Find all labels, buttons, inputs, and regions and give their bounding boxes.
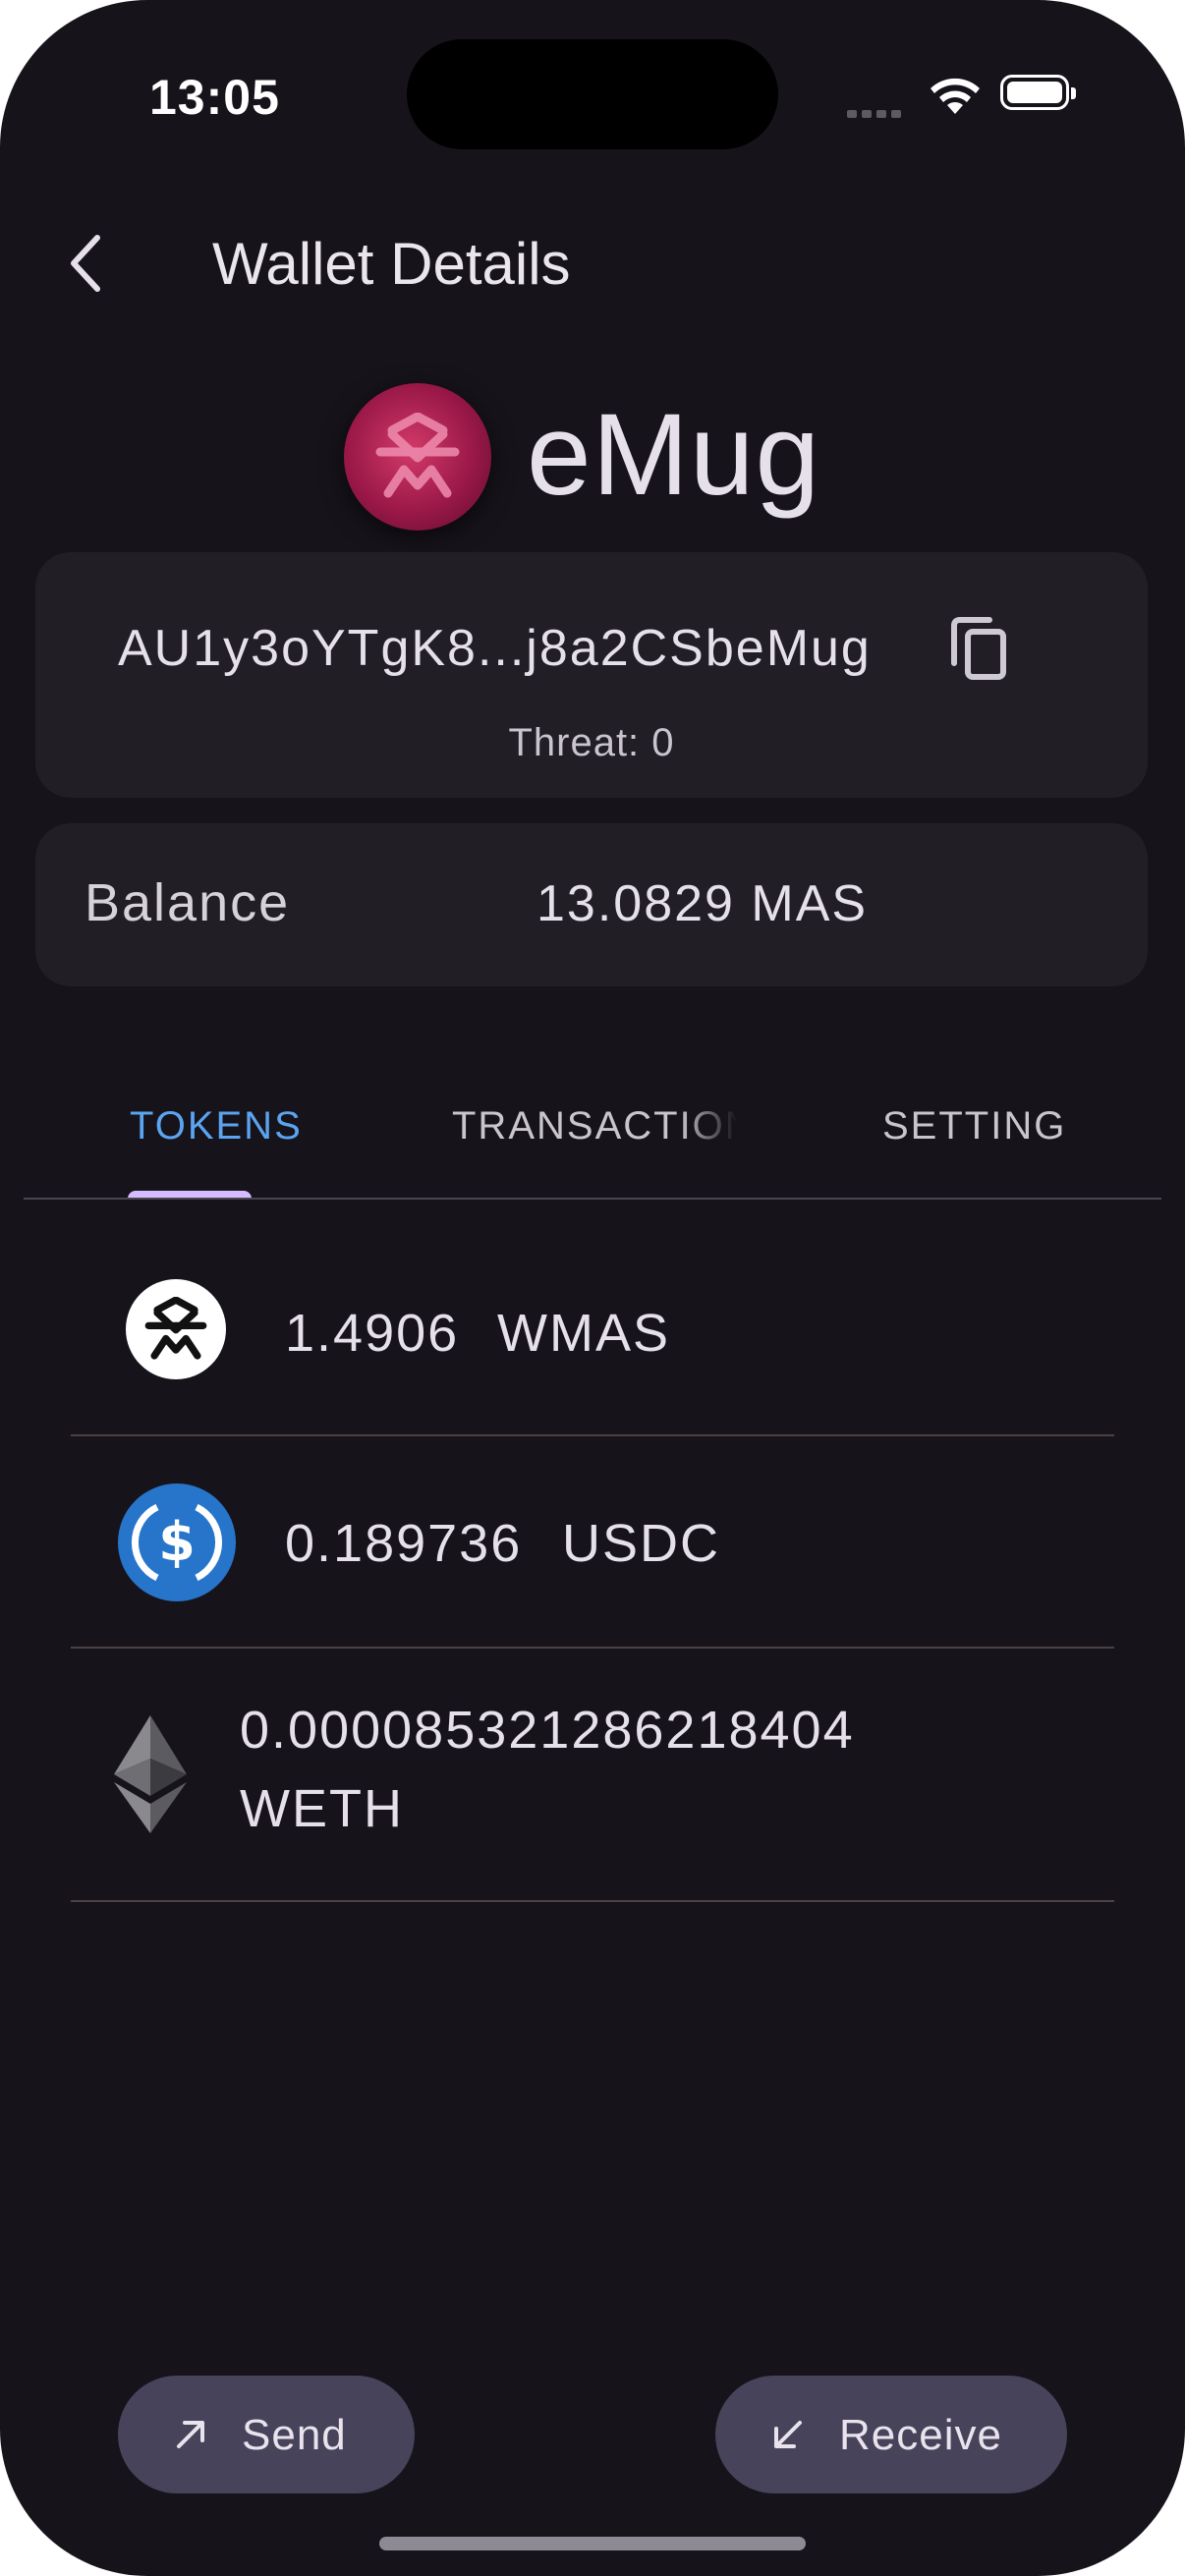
arrow-up-right-icon [177, 2421, 204, 2448]
usdc-icon: $ [118, 1484, 236, 1601]
chevron-left-icon [71, 235, 100, 292]
token-symbol: USDC [562, 1514, 721, 1573]
token-amount: 1.4906 [285, 1304, 460, 1363]
send-label: Send [242, 2411, 347, 2459]
tab-settings[interactable]: SETTING [882, 1104, 1066, 1148]
battery-icon [1000, 75, 1076, 110]
massa-logo-icon [375, 413, 460, 498]
receive-button[interactable]: Receive [715, 2376, 1067, 2493]
wallet-avatar [344, 383, 491, 531]
tab-tokens[interactable]: TOKENS [130, 1104, 303, 1148]
copy-address-button[interactable] [939, 609, 1018, 688]
arrow-down-left-icon [774, 2421, 802, 2448]
receive-label: Receive [839, 2411, 1002, 2459]
address-card: AU1y3oYTgK8...j8a2CSbeMug Threat: 0 [35, 552, 1148, 798]
token-amount: 0.189736 [285, 1514, 523, 1573]
tab-transactions[interactable]: TRANSACTIONS [452, 1104, 737, 1148]
copy-icon [951, 617, 1006, 680]
massa-icon [126, 1279, 226, 1379]
wallet-name: eMug [527, 390, 821, 520]
balance-value: 13.0829 MAS [536, 875, 869, 932]
threat-label: Threat: 0 [508, 721, 675, 764]
status-time: 13:05 [149, 70, 280, 125]
token-row-usdc[interactable]: $ 0.189736 USDC [71, 1436, 1114, 1649]
back-button[interactable] [51, 224, 120, 303]
send-button[interactable]: Send [118, 2376, 415, 2493]
status-icons [847, 71, 1083, 120]
token-symbol: WMAS [497, 1304, 670, 1363]
wallet-address[interactable]: AU1y3oYTgK8...j8a2CSbeMug [118, 619, 872, 678]
svg-text:$: $ [158, 1511, 196, 1573]
wifi-icon [931, 78, 980, 114]
dynamic-island [407, 39, 778, 149]
page-title: Wallet Details [212, 231, 571, 297]
tab-bar: TOKENS TRANSACTIONS SETTING [24, 1051, 1161, 1199]
token-symbol: WETH [240, 1779, 404, 1838]
token-row-wmas[interactable]: 1.4906 WMAS [71, 1238, 1114, 1436]
token-amount: 0.000085321286218404 [240, 1701, 855, 1760]
home-indicator[interactable] [379, 2537, 806, 2550]
cellular-icon [847, 105, 906, 118]
balance-card: Balance 13.0829 MAS [35, 823, 1148, 986]
ethereum-icon [114, 1715, 187, 1833]
phone-screen: 13:05 Wallet Details eMug AU1y3oYTgK8...… [0, 0, 1185, 2576]
row-divider [71, 1900, 1114, 1902]
token-row-weth[interactable]: 0.000085321286218404 WETH [71, 1649, 1114, 1902]
balance-label: Balance [85, 873, 291, 932]
tabs-divider [24, 1198, 1161, 1200]
